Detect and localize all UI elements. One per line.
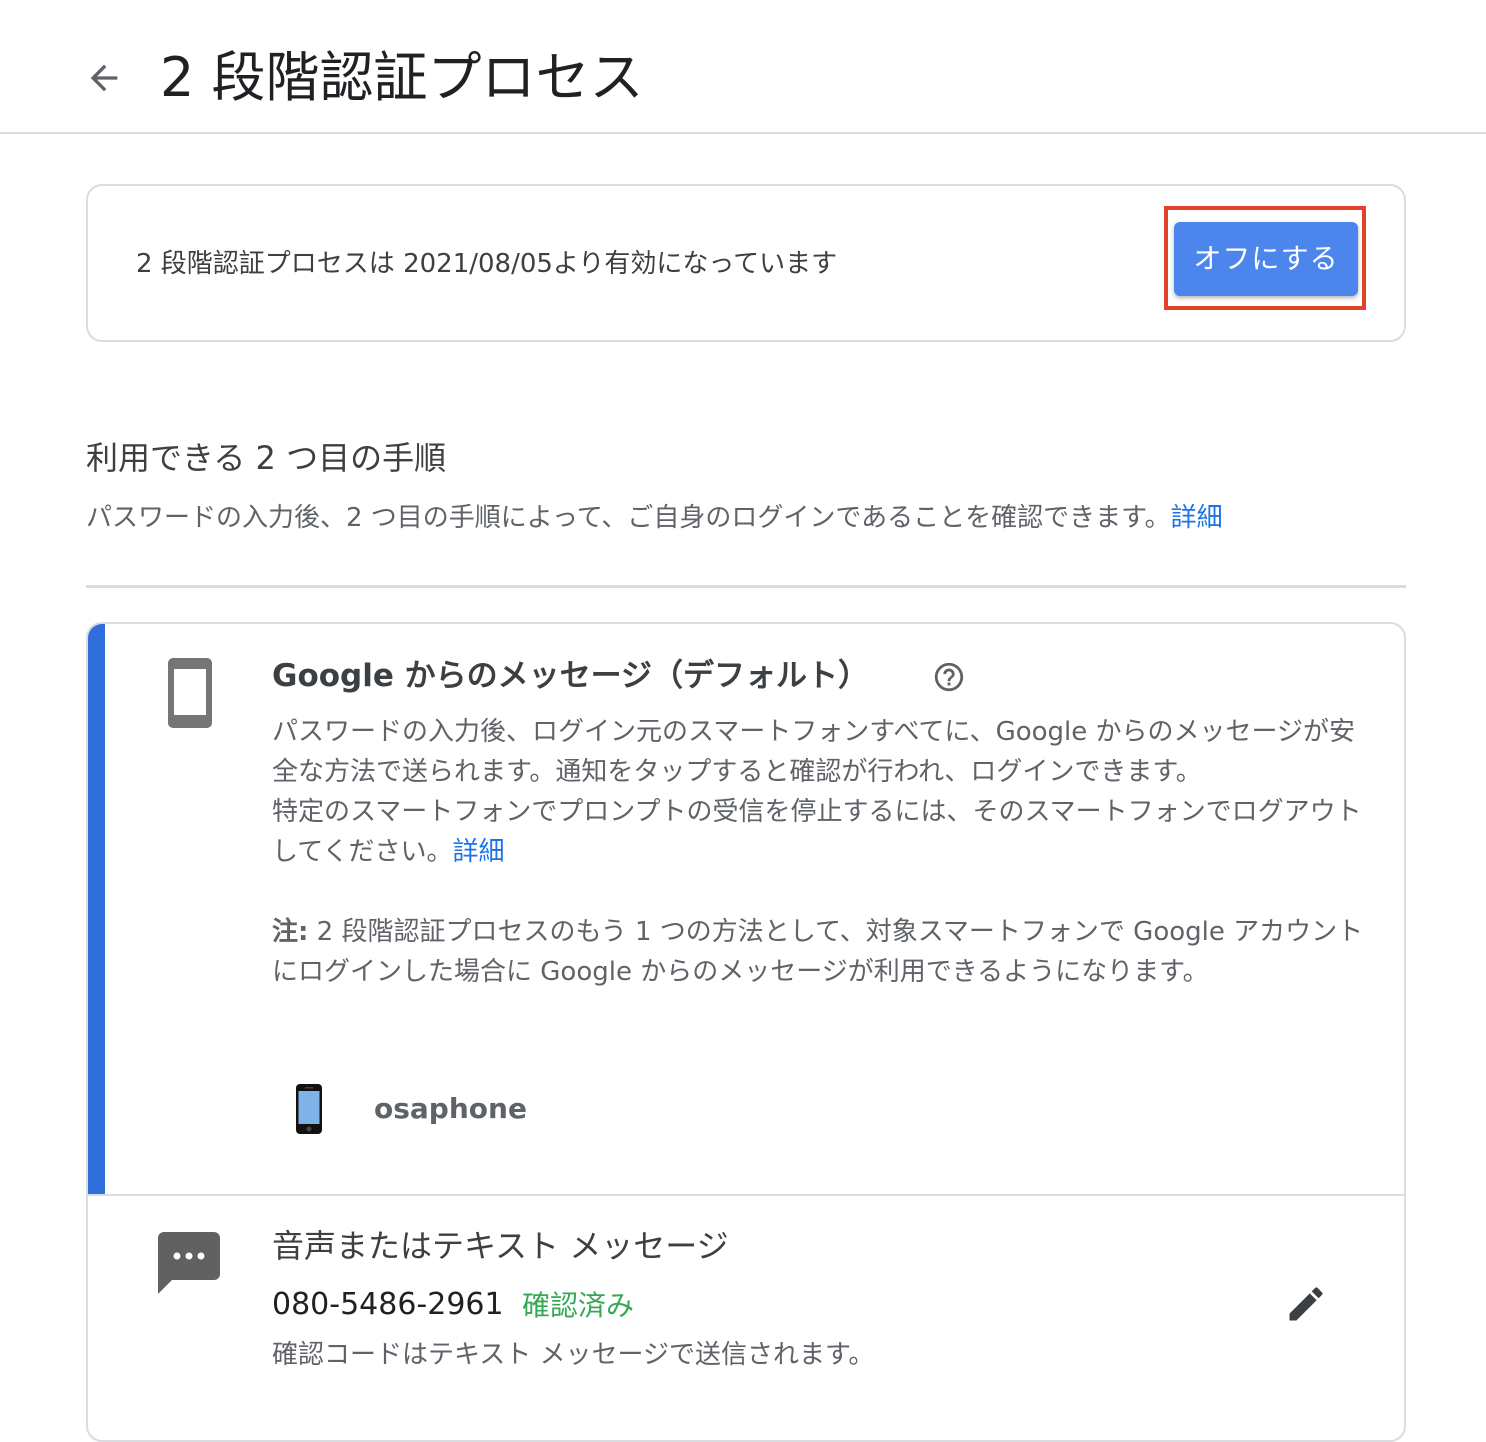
google-prompt-learn-more-link[interactable]: 詳細 — [452, 837, 504, 867]
second-steps-description-text: パスワードの入力後、2 つ目の手順によって、ご自身のログインであることを確認でき… — [86, 503, 1171, 533]
smartphone-icon — [168, 658, 212, 728]
page-header: 2 段階認証プロセス — [0, 0, 1486, 134]
google-prompt-note: 注: 2 段階認証プロセスのもう 1 つの方法として、対象スマートフォンで Go… — [272, 912, 1372, 992]
google-prompt-title: Google からのメッセージ（デフォルト） — [272, 658, 870, 694]
sms-option-title: 音声またはテキスト メッセージ — [272, 1227, 729, 1265]
learn-more-link[interactable]: 詳細 — [1171, 503, 1223, 533]
default-accent-bar — [88, 624, 105, 1194]
help-circle-icon[interactable] — [932, 660, 966, 694]
turn-off-button[interactable]: オフにする — [1174, 222, 1358, 296]
google-prompt-body-2: 特定のスマートフォンでプロンプトの受信を停止するには、そのスマートフォンでログア… — [272, 792, 1372, 872]
google-prompt-body-2-text: 特定のスマートフォンでプロンプトの受信を停止するには、そのスマートフォンでログア… — [272, 797, 1362, 867]
option-separator — [88, 1194, 1404, 1196]
iphone-icon — [296, 1084, 322, 1134]
divider — [86, 585, 1406, 588]
second-step-options-card: Google からのメッセージ（デフォルト） パスワードの入力後、ログイン元のス… — [86, 622, 1406, 1442]
note-label: 注: — [272, 917, 309, 947]
google-prompt-body: パスワードの入力後、ログイン元のスマートフォンすべてに、Google からのメッ… — [272, 712, 1372, 992]
second-steps-heading: 利用できる 2 つ目の手順 — [86, 439, 447, 477]
second-steps-description: パスワードの入力後、2 つ目の手順によって、ご自身のログインであることを確認でき… — [86, 500, 1223, 536]
status-text: 2 段階認証プロセスは 2021/08/05より有効になっています — [136, 249, 838, 279]
phone-number: 080-5486-2961 — [272, 1287, 504, 1322]
google-prompt-body-1: パスワードの入力後、ログイン元のスマートフォンすべてに、Google からのメッ… — [272, 717, 1356, 787]
device-name: osaphone — [374, 1092, 527, 1125]
verified-status: 確認済み — [522, 1289, 635, 1322]
sms-description: 確認コードはテキスト メッセージで送信されます。 — [272, 1340, 875, 1370]
sms-icon — [158, 1232, 220, 1294]
page-title: 2 段階認証プロセス — [160, 46, 644, 109]
pencil-icon[interactable] — [1284, 1282, 1328, 1326]
status-card: 2 段階認証プロセスは 2021/08/05より有効になっています オフにする — [86, 184, 1406, 342]
note-text: 2 段階認証プロセスのもう 1 つの方法として、対象スマートフォンで Googl… — [272, 917, 1364, 987]
arrow-back-icon[interactable] — [84, 58, 124, 98]
